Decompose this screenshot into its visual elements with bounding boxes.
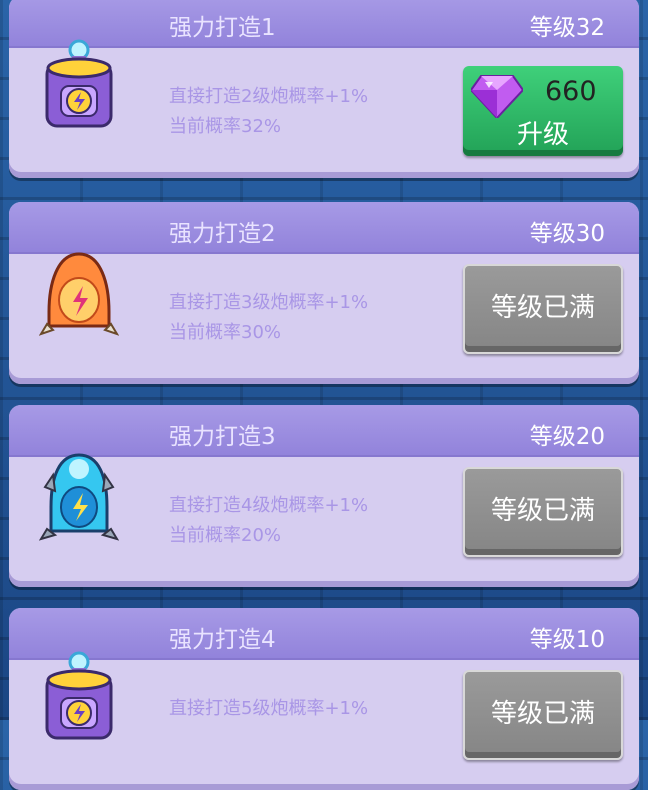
battery-icon (45, 651, 113, 740)
card-current-rate: 当前概率20% (169, 525, 282, 546)
red-capsule-icon (39, 252, 119, 336)
upgrade-card-4: 强力打造4 等级10 直接打造5级炮概率+1% 等级已满 (9, 608, 639, 790)
card-level: 等级20 (529, 424, 605, 450)
card-description: 直接打造3级炮概率+1% (169, 292, 369, 313)
card-description: 直接打造5级炮概率+1% (169, 698, 369, 719)
card-title: 强力打造3 (169, 424, 276, 450)
level-maxed-button[interactable]: 等级已满 (463, 670, 623, 760)
card-current-rate: 当前概率30% (169, 322, 282, 343)
level-maxed-button[interactable]: 等级已满 (463, 264, 623, 354)
blue-capsule-icon (39, 453, 119, 541)
upgrade-card-2: 强力打造2 等级30 直接打造3级炮概率+1% 当前概率30% 等级已满 (9, 202, 639, 384)
upgrade-cost: 660 (545, 76, 597, 107)
upgrade-label: 升级 (516, 120, 569, 150)
upgrade-card-3: 强力打造3 等级20 直接打造4级炮概率+1% 当前概率20% 等级已满 (9, 405, 639, 587)
card-description: 直接打造2级炮概率+1% (169, 86, 369, 107)
card-level: 等级10 (529, 627, 605, 653)
level-maxed-button[interactable]: 等级已满 (463, 467, 623, 557)
card-level: 等级30 (529, 221, 605, 247)
card-description: 直接打造4级炮概率+1% (169, 495, 369, 516)
card-title: 强力打造4 (169, 627, 276, 653)
card-title: 强力打造1 (169, 15, 276, 41)
card-title: 强力打造2 (169, 221, 276, 247)
upgrade-card-1: 强力打造1 等级32 直接打造2级炮概率+1% 当前概率32% 660 升级 (9, 0, 639, 178)
card-current-rate: 当前概率32% (169, 116, 282, 137)
gem-icon (471, 75, 523, 118)
battery-icon (45, 39, 113, 128)
upgrade-button[interactable]: 660 升级 (463, 66, 623, 156)
card-level: 等级32 (529, 15, 605, 41)
